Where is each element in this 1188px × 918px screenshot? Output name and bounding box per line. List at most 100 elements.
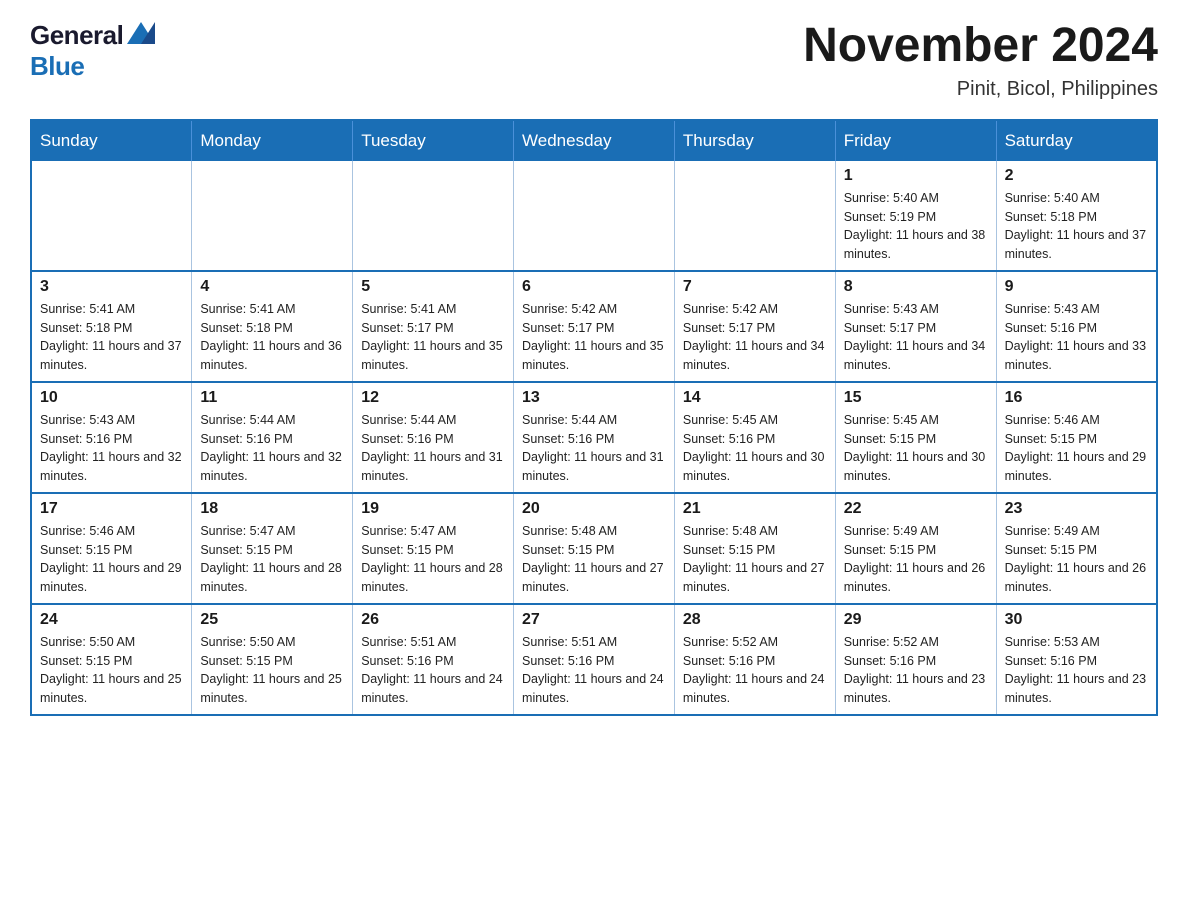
table-row: 7 Sunrise: 5:42 AMSunset: 5:17 PMDaylight… bbox=[674, 271, 835, 382]
table-row: 5 Sunrise: 5:41 AMSunset: 5:17 PMDaylight… bbox=[353, 271, 514, 382]
table-row: 15 Sunrise: 5:45 AMSunset: 5:15 PMDayligh… bbox=[835, 382, 996, 493]
day-number: 7 bbox=[683, 278, 827, 296]
table-row: 25 Sunrise: 5:50 AMSunset: 5:15 PMDayligh… bbox=[192, 604, 353, 715]
logo-general-text: General bbox=[30, 20, 123, 51]
table-row: 8 Sunrise: 5:43 AMSunset: 5:17 PMDaylight… bbox=[835, 271, 996, 382]
col-monday: Monday bbox=[192, 120, 353, 161]
col-sunday: Sunday bbox=[31, 120, 192, 161]
day-number: 10 bbox=[40, 389, 183, 407]
day-number: 3 bbox=[40, 278, 183, 296]
main-title: November 2024 bbox=[803, 20, 1158, 73]
day-number: 8 bbox=[844, 278, 988, 296]
day-number: 20 bbox=[522, 500, 666, 518]
table-row bbox=[674, 161, 835, 271]
table-row: 13 Sunrise: 5:44 AMSunset: 5:16 PMDayligh… bbox=[514, 382, 675, 493]
col-tuesday: Tuesday bbox=[353, 120, 514, 161]
day-number: 25 bbox=[200, 611, 344, 629]
table-row: 30 Sunrise: 5:53 AMSunset: 5:16 PMDayligh… bbox=[996, 604, 1157, 715]
table-row: 14 Sunrise: 5:45 AMSunset: 5:16 PMDayligh… bbox=[674, 382, 835, 493]
col-saturday: Saturday bbox=[996, 120, 1157, 161]
day-number: 15 bbox=[844, 389, 988, 407]
day-number: 19 bbox=[361, 500, 505, 518]
table-row: 21 Sunrise: 5:48 AMSunset: 5:15 PMDayligh… bbox=[674, 493, 835, 604]
subtitle: Pinit, Bicol, Philippines bbox=[803, 78, 1158, 101]
day-info: Sunrise: 5:44 AMSunset: 5:16 PMDaylight:… bbox=[200, 411, 344, 486]
day-number: 2 bbox=[1005, 167, 1148, 185]
calendar-week-row: 10 Sunrise: 5:43 AMSunset: 5:16 PMDayligh… bbox=[31, 382, 1157, 493]
day-info: Sunrise: 5:43 AMSunset: 5:16 PMDaylight:… bbox=[1005, 300, 1148, 375]
day-number: 26 bbox=[361, 611, 505, 629]
table-row bbox=[192, 161, 353, 271]
day-number: 16 bbox=[1005, 389, 1148, 407]
day-info: Sunrise: 5:42 AMSunset: 5:17 PMDaylight:… bbox=[683, 300, 827, 375]
calendar-week-row: 24 Sunrise: 5:50 AMSunset: 5:15 PMDayligh… bbox=[31, 604, 1157, 715]
day-info: Sunrise: 5:51 AMSunset: 5:16 PMDaylight:… bbox=[361, 633, 505, 708]
col-thursday: Thursday bbox=[674, 120, 835, 161]
day-number: 9 bbox=[1005, 278, 1148, 296]
day-number: 14 bbox=[683, 389, 827, 407]
calendar-week-row: 3 Sunrise: 5:41 AMSunset: 5:18 PMDaylight… bbox=[31, 271, 1157, 382]
table-row: 16Sunrise: 5:46 AMSunset: 5:15 PMDayligh… bbox=[996, 382, 1157, 493]
table-row: 1 Sunrise: 5:40 AMSunset: 5:19 PMDaylight… bbox=[835, 161, 996, 271]
day-info: Sunrise: 5:47 AMSunset: 5:15 PMDaylight:… bbox=[361, 522, 505, 597]
day-info: Sunrise: 5:49 AMSunset: 5:15 PMDaylight:… bbox=[1005, 522, 1148, 597]
day-info: Sunrise: 5:43 AMSunset: 5:17 PMDaylight:… bbox=[844, 300, 988, 375]
day-number: 17 bbox=[40, 500, 183, 518]
day-number: 27 bbox=[522, 611, 666, 629]
table-row: 2Sunrise: 5:40 AMSunset: 5:18 PMDaylight… bbox=[996, 161, 1157, 271]
table-row: 17 Sunrise: 5:46 AMSunset: 5:15 PMDayligh… bbox=[31, 493, 192, 604]
day-number: 5 bbox=[361, 278, 505, 296]
table-row: 26 Sunrise: 5:51 AMSunset: 5:16 PMDayligh… bbox=[353, 604, 514, 715]
day-info: Sunrise: 5:50 AMSunset: 5:15 PMDaylight:… bbox=[40, 633, 183, 708]
table-row: 28Sunrise: 5:52 AMSunset: 5:16 PMDayligh… bbox=[674, 604, 835, 715]
table-row: 22Sunrise: 5:49 AMSunset: 5:15 PMDayligh… bbox=[835, 493, 996, 604]
day-info: Sunrise: 5:41 AMSunset: 5:18 PMDaylight:… bbox=[200, 300, 344, 375]
day-number: 1 bbox=[844, 167, 988, 185]
table-row: 4 Sunrise: 5:41 AMSunset: 5:18 PMDaylight… bbox=[192, 271, 353, 382]
day-number: 22 bbox=[844, 500, 988, 518]
header: General Blue November 2024 Pinit, Bicol,… bbox=[30, 20, 1158, 101]
calendar-table: Sunday Monday Tuesday Wednesday Thursday… bbox=[30, 119, 1158, 716]
table-row: 12 Sunrise: 5:44 AMSunset: 5:16 PMDayligh… bbox=[353, 382, 514, 493]
day-info: Sunrise: 5:51 AMSunset: 5:16 PMDaylight:… bbox=[522, 633, 666, 708]
calendar-week-row: 1 Sunrise: 5:40 AMSunset: 5:19 PMDaylight… bbox=[31, 161, 1157, 271]
day-number: 23 bbox=[1005, 500, 1148, 518]
calendar-header-row: Sunday Monday Tuesday Wednesday Thursday… bbox=[31, 120, 1157, 161]
table-row: 11 Sunrise: 5:44 AMSunset: 5:16 PMDayligh… bbox=[192, 382, 353, 493]
day-info: Sunrise: 5:48 AMSunset: 5:15 PMDaylight:… bbox=[683, 522, 827, 597]
day-info: Sunrise: 5:44 AMSunset: 5:16 PMDaylight:… bbox=[522, 411, 666, 486]
day-info: Sunrise: 5:41 AMSunset: 5:17 PMDaylight:… bbox=[361, 300, 505, 375]
day-info: Sunrise: 5:40 AMSunset: 5:19 PMDaylight:… bbox=[844, 189, 988, 264]
title-area: November 2024 Pinit, Bicol, Philippines bbox=[803, 20, 1158, 101]
logo: General Blue bbox=[30, 20, 155, 82]
table-row: 29Sunrise: 5:52 AMSunset: 5:16 PMDayligh… bbox=[835, 604, 996, 715]
col-friday: Friday bbox=[835, 120, 996, 161]
day-info: Sunrise: 5:45 AMSunset: 5:16 PMDaylight:… bbox=[683, 411, 827, 486]
day-number: 4 bbox=[200, 278, 344, 296]
calendar-week-row: 17 Sunrise: 5:46 AMSunset: 5:15 PMDayligh… bbox=[31, 493, 1157, 604]
day-number: 6 bbox=[522, 278, 666, 296]
day-info: Sunrise: 5:53 AMSunset: 5:16 PMDaylight:… bbox=[1005, 633, 1148, 708]
day-info: Sunrise: 5:46 AMSunset: 5:15 PMDaylight:… bbox=[40, 522, 183, 597]
day-number: 13 bbox=[522, 389, 666, 407]
day-info: Sunrise: 5:42 AMSunset: 5:17 PMDaylight:… bbox=[522, 300, 666, 375]
table-row: 24 Sunrise: 5:50 AMSunset: 5:15 PMDayligh… bbox=[31, 604, 192, 715]
day-number: 21 bbox=[683, 500, 827, 518]
logo-blue-text: Blue bbox=[30, 51, 84, 82]
day-number: 30 bbox=[1005, 611, 1148, 629]
table-row: 27 Sunrise: 5:51 AMSunset: 5:16 PMDayligh… bbox=[514, 604, 675, 715]
day-info: Sunrise: 5:50 AMSunset: 5:15 PMDaylight:… bbox=[200, 633, 344, 708]
table-row: 23 Sunrise: 5:49 AMSunset: 5:15 PMDayligh… bbox=[996, 493, 1157, 604]
table-row bbox=[514, 161, 675, 271]
day-number: 24 bbox=[40, 611, 183, 629]
day-info: Sunrise: 5:52 AMSunset: 5:16 PMDaylight:… bbox=[683, 633, 827, 708]
day-info: Sunrise: 5:43 AMSunset: 5:16 PMDaylight:… bbox=[40, 411, 183, 486]
day-info: Sunrise: 5:44 AMSunset: 5:16 PMDaylight:… bbox=[361, 411, 505, 486]
day-info: Sunrise: 5:45 AMSunset: 5:15 PMDaylight:… bbox=[844, 411, 988, 486]
table-row: 18Sunrise: 5:47 AMSunset: 5:15 PMDayligh… bbox=[192, 493, 353, 604]
day-number: 11 bbox=[200, 389, 344, 407]
day-info: Sunrise: 5:48 AMSunset: 5:15 PMDaylight:… bbox=[522, 522, 666, 597]
table-row bbox=[31, 161, 192, 271]
table-row: 20 Sunrise: 5:48 AMSunset: 5:15 PMDayligh… bbox=[514, 493, 675, 604]
day-number: 12 bbox=[361, 389, 505, 407]
